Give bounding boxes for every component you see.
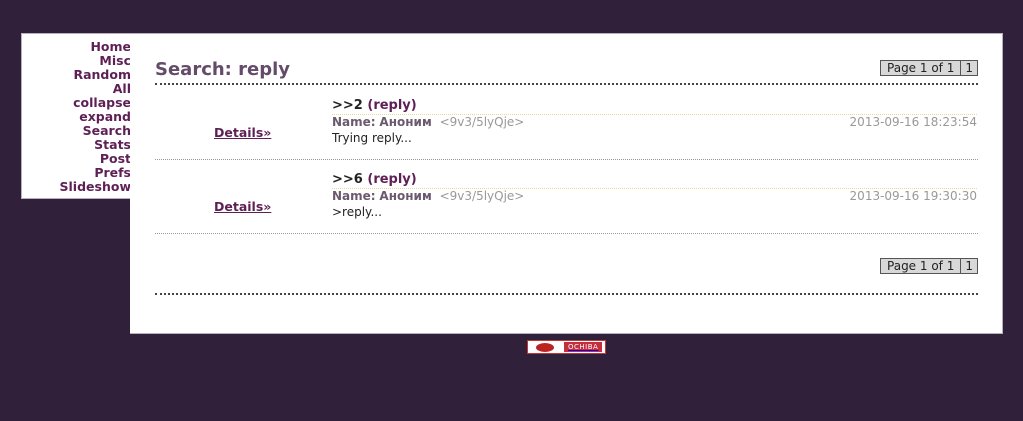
- post-title: >>6 (reply): [332, 172, 417, 187]
- post-author: Name: Аноним <9v3/5lyQje>: [332, 189, 524, 203]
- pager-top: Page 1 of 1 1: [880, 60, 978, 76]
- menu-random[interactable]: Random: [22, 68, 131, 82]
- post-date: 2013-09-16 18:23:54: [849, 115, 977, 129]
- details-link[interactable]: Details»: [214, 199, 271, 214]
- post-result: Details» >>6 (reply) Name: Аноним <9v3/5…: [130, 172, 1003, 242]
- ochiba-badge[interactable]: OCHIBA: [527, 340, 606, 354]
- post-result: Details» >>2 (reply) Name: Аноним <9v3/5…: [130, 98, 1003, 168]
- post-ref-link[interactable]: >>6: [332, 172, 363, 187]
- details-link[interactable]: Details»: [214, 125, 271, 140]
- post-author: Name: Аноним <9v3/5lyQje>: [332, 115, 524, 129]
- menu-search[interactable]: Search: [22, 124, 131, 138]
- pager-bottom: Page 1 of 1 1: [880, 258, 978, 274]
- footer-divider: [155, 293, 978, 295]
- post-date: 2013-09-16 19:30:30: [849, 189, 977, 203]
- pager-label: Page 1 of 1: [887, 61, 955, 75]
- main-panel: Search: reply Page 1 of 1 1 Details» >>2…: [130, 33, 1003, 334]
- menu-all[interactable]: All: [22, 82, 131, 96]
- badge-text: OCHIBA: [564, 342, 603, 352]
- page-title: Search: reply: [155, 59, 291, 80]
- name-label: Name:: [332, 189, 376, 203]
- menu-prefs[interactable]: Prefs: [22, 166, 131, 180]
- menu-collapse[interactable]: collapse: [22, 96, 131, 110]
- menu-misc[interactable]: Misc: [22, 54, 131, 68]
- author-name: Аноним: [379, 189, 432, 203]
- name-label: Name:: [332, 115, 376, 129]
- post-body: Trying reply...: [332, 131, 412, 145]
- post-ref-link[interactable]: >>2: [332, 98, 363, 113]
- menu-slideshow[interactable]: Slideshow: [22, 180, 131, 194]
- menu-post[interactable]: Post: [22, 152, 131, 166]
- pager-page-link[interactable]: 1: [960, 259, 977, 273]
- tripcode: <9v3/5lyQje>: [439, 189, 525, 203]
- post-divider: [155, 159, 978, 160]
- menu-home[interactable]: Home: [22, 40, 131, 54]
- side-menu: Home Misc Random All collapse expand Sea…: [21, 33, 131, 199]
- pager-label: Page 1 of 1: [887, 259, 955, 273]
- menu-expand[interactable]: expand: [22, 110, 131, 124]
- post-subject: (reply): [367, 98, 417, 113]
- post-subject: (reply): [367, 172, 417, 187]
- leaf-icon: [536, 342, 554, 352]
- menu-stats[interactable]: Stats: [22, 138, 131, 152]
- post-divider: [155, 233, 978, 234]
- pager-page-link[interactable]: 1: [960, 61, 977, 75]
- author-name: Аноним: [379, 115, 432, 129]
- post-title: >>2 (reply): [332, 98, 417, 113]
- header-divider: [155, 83, 978, 85]
- tripcode: <9v3/5lyQje>: [439, 115, 525, 129]
- post-body: >reply...: [332, 205, 382, 219]
